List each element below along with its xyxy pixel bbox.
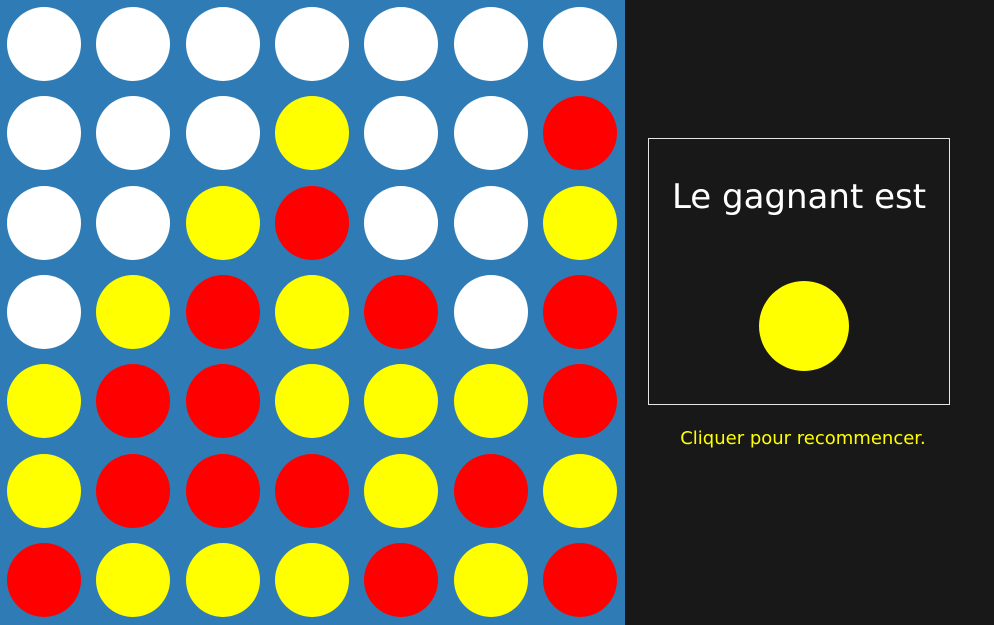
yellow-disc[interactable] — [542, 453, 617, 528]
red-disc[interactable] — [274, 185, 349, 260]
yellow-disc[interactable] — [274, 542, 349, 617]
yellow-disc[interactable] — [274, 96, 349, 171]
yellow-disc[interactable] — [96, 274, 171, 349]
yellow-disc[interactable] — [7, 364, 81, 439]
empty-slot[interactable] — [185, 7, 260, 81]
empty-slot[interactable] — [453, 7, 528, 81]
yellow-disc[interactable] — [364, 453, 439, 528]
winner-box: Le gagnant est — [648, 138, 950, 405]
red-disc[interactable] — [542, 274, 617, 349]
yellow-disc[interactable] — [453, 542, 528, 617]
red-disc[interactable] — [542, 364, 617, 439]
yellow-disc[interactable] — [96, 542, 171, 617]
yellow-disc[interactable] — [7, 453, 81, 528]
empty-slot[interactable] — [364, 7, 439, 81]
red-disc[interactable] — [274, 453, 349, 528]
red-disc[interactable] — [185, 274, 260, 349]
yellow-disc[interactable] — [453, 364, 528, 439]
red-disc[interactable] — [185, 453, 260, 528]
empty-slot[interactable] — [453, 274, 528, 349]
red-disc[interactable] — [96, 453, 171, 528]
game-board[interactable] — [0, 0, 625, 625]
empty-slot[interactable] — [542, 7, 617, 81]
red-disc[interactable] — [364, 274, 439, 349]
red-disc[interactable] — [364, 542, 439, 617]
side-panel: Le gagnant est Cliquer pour recommencer. — [625, 0, 994, 625]
red-disc[interactable] — [96, 364, 171, 439]
empty-slot[interactable] — [364, 96, 439, 171]
empty-slot[interactable] — [364, 185, 439, 260]
empty-slot[interactable] — [7, 274, 81, 349]
red-disc[interactable] — [185, 364, 260, 439]
empty-slot[interactable] — [453, 185, 528, 260]
yellow-disc[interactable] — [185, 542, 260, 617]
restart-prompt[interactable]: Cliquer pour recommencer. — [625, 428, 981, 449]
yellow-disc[interactable] — [274, 274, 349, 349]
empty-slot[interactable] — [7, 96, 81, 171]
empty-slot[interactable] — [96, 7, 171, 81]
yellow-disc[interactable] — [274, 364, 349, 439]
empty-slot[interactable] — [185, 96, 260, 171]
yellow-disc[interactable] — [364, 364, 439, 439]
empty-slot[interactable] — [274, 7, 349, 81]
red-disc[interactable] — [542, 96, 617, 171]
yellow-disc[interactable] — [185, 185, 260, 260]
winner-token — [759, 281, 849, 371]
empty-slot[interactable] — [7, 7, 81, 81]
empty-slot[interactable] — [453, 96, 528, 171]
connect-four-app: Le gagnant est Cliquer pour recommencer. — [0, 0, 994, 625]
empty-slot[interactable] — [96, 185, 171, 260]
empty-slot[interactable] — [96, 96, 171, 171]
red-disc[interactable] — [7, 542, 81, 617]
red-disc[interactable] — [542, 542, 617, 617]
red-disc[interactable] — [453, 453, 528, 528]
empty-slot[interactable] — [7, 185, 81, 260]
yellow-disc[interactable] — [542, 185, 617, 260]
winner-label: Le gagnant est — [671, 177, 927, 217]
